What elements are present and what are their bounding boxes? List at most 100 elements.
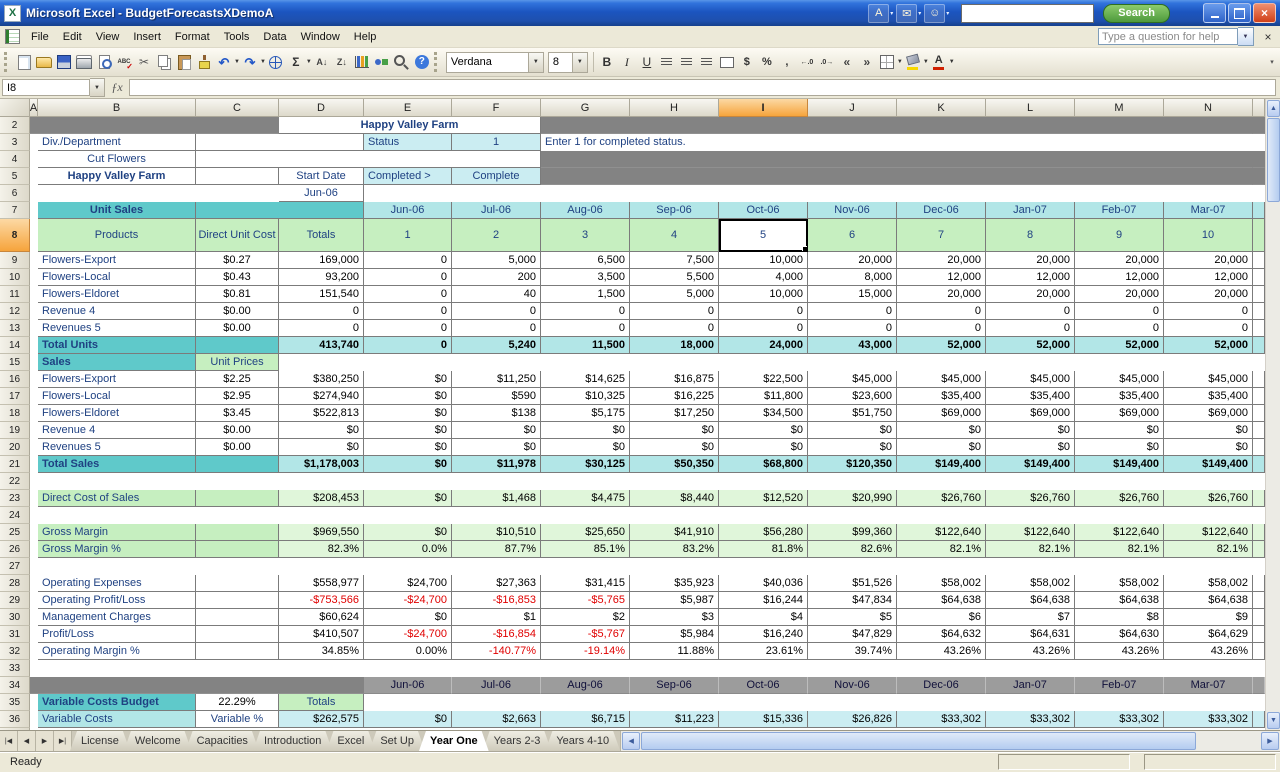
row-header-2[interactable]: 2 (0, 117, 30, 134)
cell-B7[interactable]: Unit Sales (38, 202, 196, 219)
tab-years-2-3[interactable]: Years 2-3 (483, 731, 552, 751)
column-header-F[interactable]: F (452, 99, 541, 117)
cell-N21[interactable]: $149,400 (1164, 456, 1253, 473)
cell-D31[interactable]: $410,507 (279, 626, 364, 643)
cell-J25[interactable]: $99,360 (808, 524, 897, 541)
cell-J10[interactable]: 8,000 (808, 269, 897, 286)
cell-D13[interactable]: 0 (279, 320, 364, 337)
cell-N31[interactable]: $64,629 (1164, 626, 1253, 643)
cell-J8[interactable]: 6 (808, 219, 897, 252)
row-header-6[interactable]: 6 (0, 185, 30, 202)
cell-A34[interactable] (30, 677, 364, 694)
cell-A24[interactable] (30, 507, 1253, 524)
cell-E26[interactable]: 0.0% (364, 541, 452, 558)
cell-K14[interactable]: 52,000 (897, 337, 986, 354)
cell-N28[interactable]: $58,002 (1164, 575, 1253, 592)
cell-D29[interactable]: -$753,566 (279, 592, 364, 609)
formula-input[interactable] (129, 79, 1276, 96)
cell-B32[interactable]: Operating Margin % (38, 643, 196, 660)
cell-H34[interactable]: Sep-06 (630, 677, 719, 694)
cell-M16[interactable]: $45,000 (1075, 371, 1164, 388)
cell-I29[interactable]: $16,244 (719, 592, 808, 609)
cell-I12[interactable]: 0 (719, 303, 808, 320)
cell-G30[interactable]: $2 (541, 609, 630, 626)
cell-H26[interactable]: 83.2% (630, 541, 719, 558)
column-header-J[interactable]: J (808, 99, 897, 117)
save-icon[interactable] (54, 52, 74, 72)
cell-F19[interactable]: $0 (452, 422, 541, 439)
cell-C31[interactable] (196, 626, 279, 643)
row-header-21[interactable]: 21 (0, 456, 30, 473)
cell-A7[interactable] (30, 202, 38, 219)
cell-H21[interactable]: $50,350 (630, 456, 719, 473)
cell-I19[interactable]: $0 (719, 422, 808, 439)
cell-H28[interactable]: $35,923 (630, 575, 719, 592)
cell-H30[interactable]: $3 (630, 609, 719, 626)
cell-M14[interactable]: 52,000 (1075, 337, 1164, 354)
autosum-icon[interactable]: Σ (286, 52, 306, 72)
cell-B31[interactable]: Profit/Loss (38, 626, 196, 643)
cell-A15[interactable] (30, 354, 38, 371)
cell-B8[interactable]: Products (38, 219, 196, 252)
cell-I32[interactable]: 23.61% (719, 643, 808, 660)
cell-F25[interactable]: $10,510 (452, 524, 541, 541)
cell-L9[interactable]: 20,000 (986, 252, 1075, 269)
cell-J13[interactable]: 0 (808, 320, 897, 337)
cell-I14[interactable]: 24,000 (719, 337, 808, 354)
format-tool-icon[interactable]: A (868, 4, 889, 23)
cell-J32[interactable]: 39.74% (808, 643, 897, 660)
row-header-4[interactable]: 4 (0, 151, 30, 168)
cell-F3[interactable]: 1 (452, 134, 541, 151)
cell-E11[interactable]: 0 (364, 286, 452, 303)
cell-G16[interactable]: $14,625 (541, 371, 630, 388)
cell-I31[interactable]: $16,240 (719, 626, 808, 643)
cell-E31[interactable]: -$24,700 (364, 626, 452, 643)
mail-icon-dropdown-icon[interactable]: ▾ (918, 10, 921, 17)
cell-D10[interactable]: 93,200 (279, 269, 364, 286)
cell-M19[interactable]: $0 (1075, 422, 1164, 439)
cell-A23[interactable] (30, 490, 38, 507)
row-header-9[interactable]: 9 (0, 252, 30, 269)
cell-D12[interactable]: 0 (279, 303, 364, 320)
column-header-B[interactable]: B (38, 99, 196, 117)
cell-F20[interactable]: $0 (452, 439, 541, 456)
print-preview-icon[interactable] (94, 52, 114, 72)
cell-B3[interactable]: Div./Department (38, 134, 196, 151)
assistant-icon[interactable]: ☺ (924, 4, 945, 23)
mail-icon[interactable]: ✉ (896, 4, 917, 23)
cell-M7[interactable]: Feb-07 (1075, 202, 1164, 219)
cell-M26[interactable]: 82.1% (1075, 541, 1164, 558)
cell-J12[interactable]: 0 (808, 303, 897, 320)
cell-C29[interactable] (196, 592, 279, 609)
cell-M36[interactable]: $33,302 (1075, 711, 1164, 728)
cell-C20[interactable]: $0.00 (196, 439, 279, 456)
cell-F16[interactable]: $11,250 (452, 371, 541, 388)
cell-A16[interactable] (30, 371, 38, 388)
cell-L28[interactable]: $58,002 (986, 575, 1075, 592)
cell-G36[interactable]: $6,715 (541, 711, 630, 728)
vertical-scroll-track[interactable] (1266, 202, 1280, 711)
format-painter-icon[interactable] (194, 52, 214, 72)
cell-E13[interactable]: 0 (364, 320, 452, 337)
borders-icon[interactable] (877, 52, 897, 72)
cell-E36[interactable]: $0 (364, 711, 452, 728)
cell-B17[interactable]: Flowers-Local (38, 388, 196, 405)
menu-view[interactable]: View (89, 28, 127, 46)
horizontal-scroll-thumb[interactable] (641, 732, 1196, 750)
column-header-K[interactable]: K (897, 99, 986, 117)
cell-F9[interactable]: 5,000 (452, 252, 541, 269)
cell-B35[interactable]: Variable Costs Budget (38, 694, 196, 711)
autosum-icon-dropdown-icon[interactable]: ▼ (306, 59, 312, 65)
cell-E18[interactable]: $0 (364, 405, 452, 422)
cell-N18[interactable]: $69,000 (1164, 405, 1253, 422)
cell-E5[interactable]: Completed > (364, 168, 452, 185)
cell-G3[interactable]: Enter 1 for completed status. (541, 134, 1253, 151)
cell-N29[interactable]: $64,638 (1164, 592, 1253, 609)
cell-N34[interactable]: Mar-07 (1164, 677, 1253, 694)
last-sheet-button[interactable]: ▶| (54, 731, 72, 751)
cell-J23[interactable]: $20,990 (808, 490, 897, 507)
toolbar-options-chevron[interactable]: ▾ (1266, 58, 1278, 66)
cell-H23[interactable]: $8,440 (630, 490, 719, 507)
cell-C32[interactable] (196, 643, 279, 660)
cell-E30[interactable]: $0 (364, 609, 452, 626)
